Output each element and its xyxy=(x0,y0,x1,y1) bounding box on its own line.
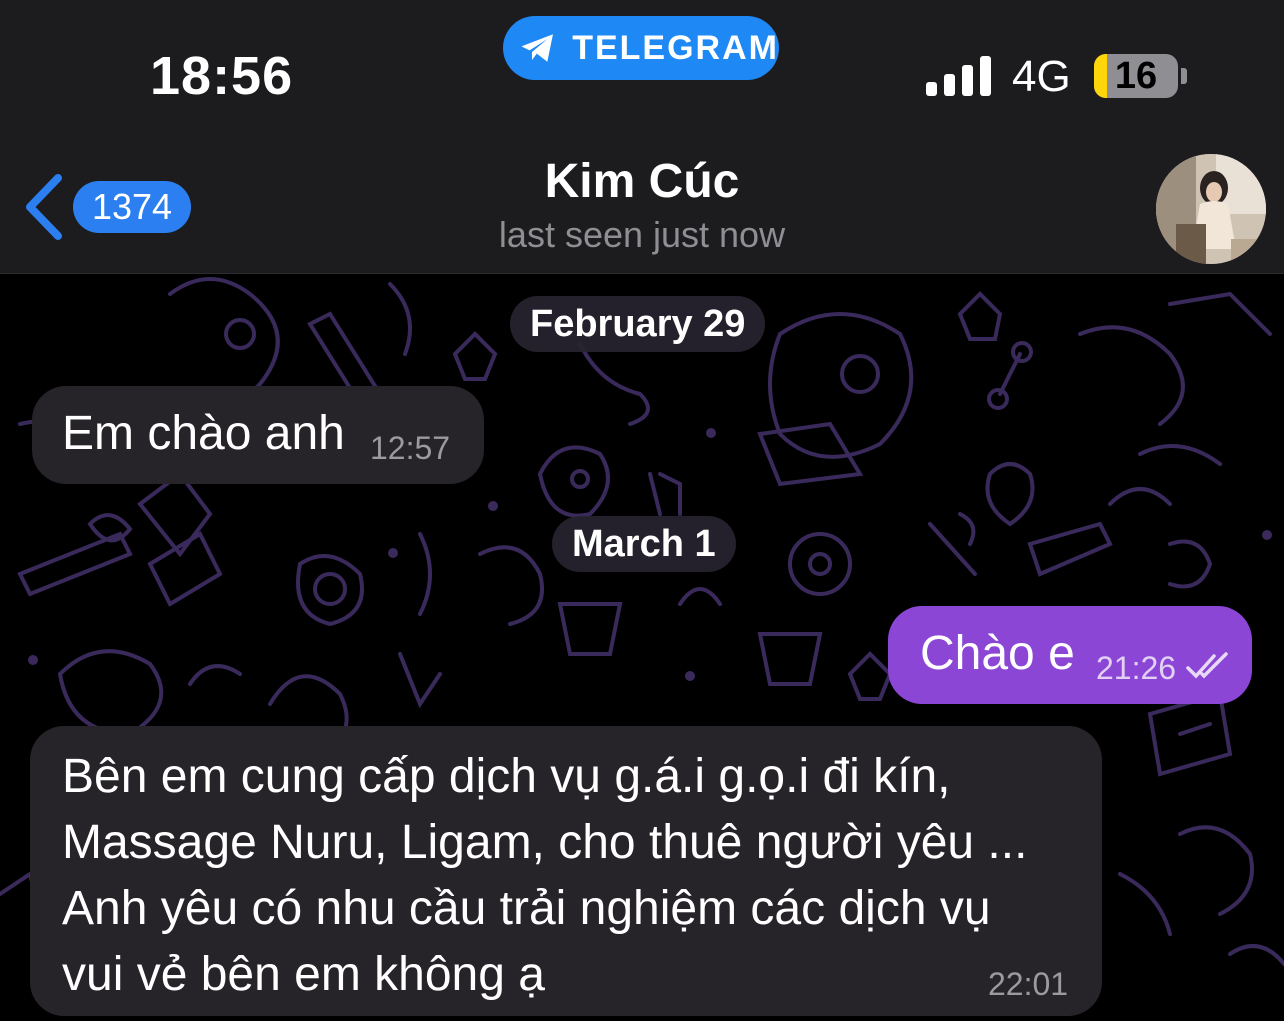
top-bar: 18:56 TELEGRAM 4G 16 1374 Kim Cúc last s… xyxy=(0,0,1284,274)
outgoing-message[interactable]: Chào e 21:26 xyxy=(888,606,1252,704)
message-time: 21:26 xyxy=(1096,650,1177,686)
contact-status: last seen just now xyxy=(498,214,786,255)
telegram-pill-label: TELEGRAM xyxy=(572,28,779,67)
double-check-icon xyxy=(1186,652,1228,679)
telegram-return-pill[interactable]: TELEGRAM xyxy=(503,16,779,80)
battery-tip xyxy=(1181,68,1187,84)
avatar-photo xyxy=(1156,154,1266,264)
message-time: 22:01 xyxy=(988,966,1069,1002)
message-text: Chào e xyxy=(920,627,1075,680)
incoming-message[interactable]: Bên em cung cấp dịch vụ g.á.i g.ọ.i đi k… xyxy=(30,726,1102,1016)
battery-icon: 16 xyxy=(1094,54,1178,98)
signal-icon xyxy=(926,56,991,96)
avatar[interactable] xyxy=(1156,154,1266,264)
contact-name[interactable]: Kim Cúc xyxy=(0,154,1284,209)
message-time: 12:57 xyxy=(370,430,451,466)
status-time: 18:56 xyxy=(150,46,294,106)
telegram-icon xyxy=(521,34,553,62)
chat-area[interactable]: February 29 Em chào anh 12:57 March 1 Ch… xyxy=(0,274,1284,1021)
date-separator-feb-29: February 29 xyxy=(510,296,766,352)
message-text: Bên em cung cấp dịch vụ g.á.i g.ọ.i đi k… xyxy=(62,744,1027,1008)
message-line: Massage Nuru, Ligam, cho thuê người yêu … xyxy=(62,816,1028,869)
battery-level: 16 xyxy=(1114,55,1158,97)
incoming-message[interactable]: Em chào anh 12:57 xyxy=(32,386,484,484)
message-text: Em chào anh xyxy=(62,407,345,460)
message-line: Anh yêu có nhu cầu trải nghiệm các dịch … xyxy=(62,882,991,935)
message-line: Bên em cung cấp dịch vụ g.á.i g.ọ.i đi k… xyxy=(62,750,951,803)
date-separator-mar-1: March 1 xyxy=(552,516,736,572)
message-line: vui vẻ bên em không ạ xyxy=(62,948,545,1001)
network-type: 4G xyxy=(1012,52,1071,101)
